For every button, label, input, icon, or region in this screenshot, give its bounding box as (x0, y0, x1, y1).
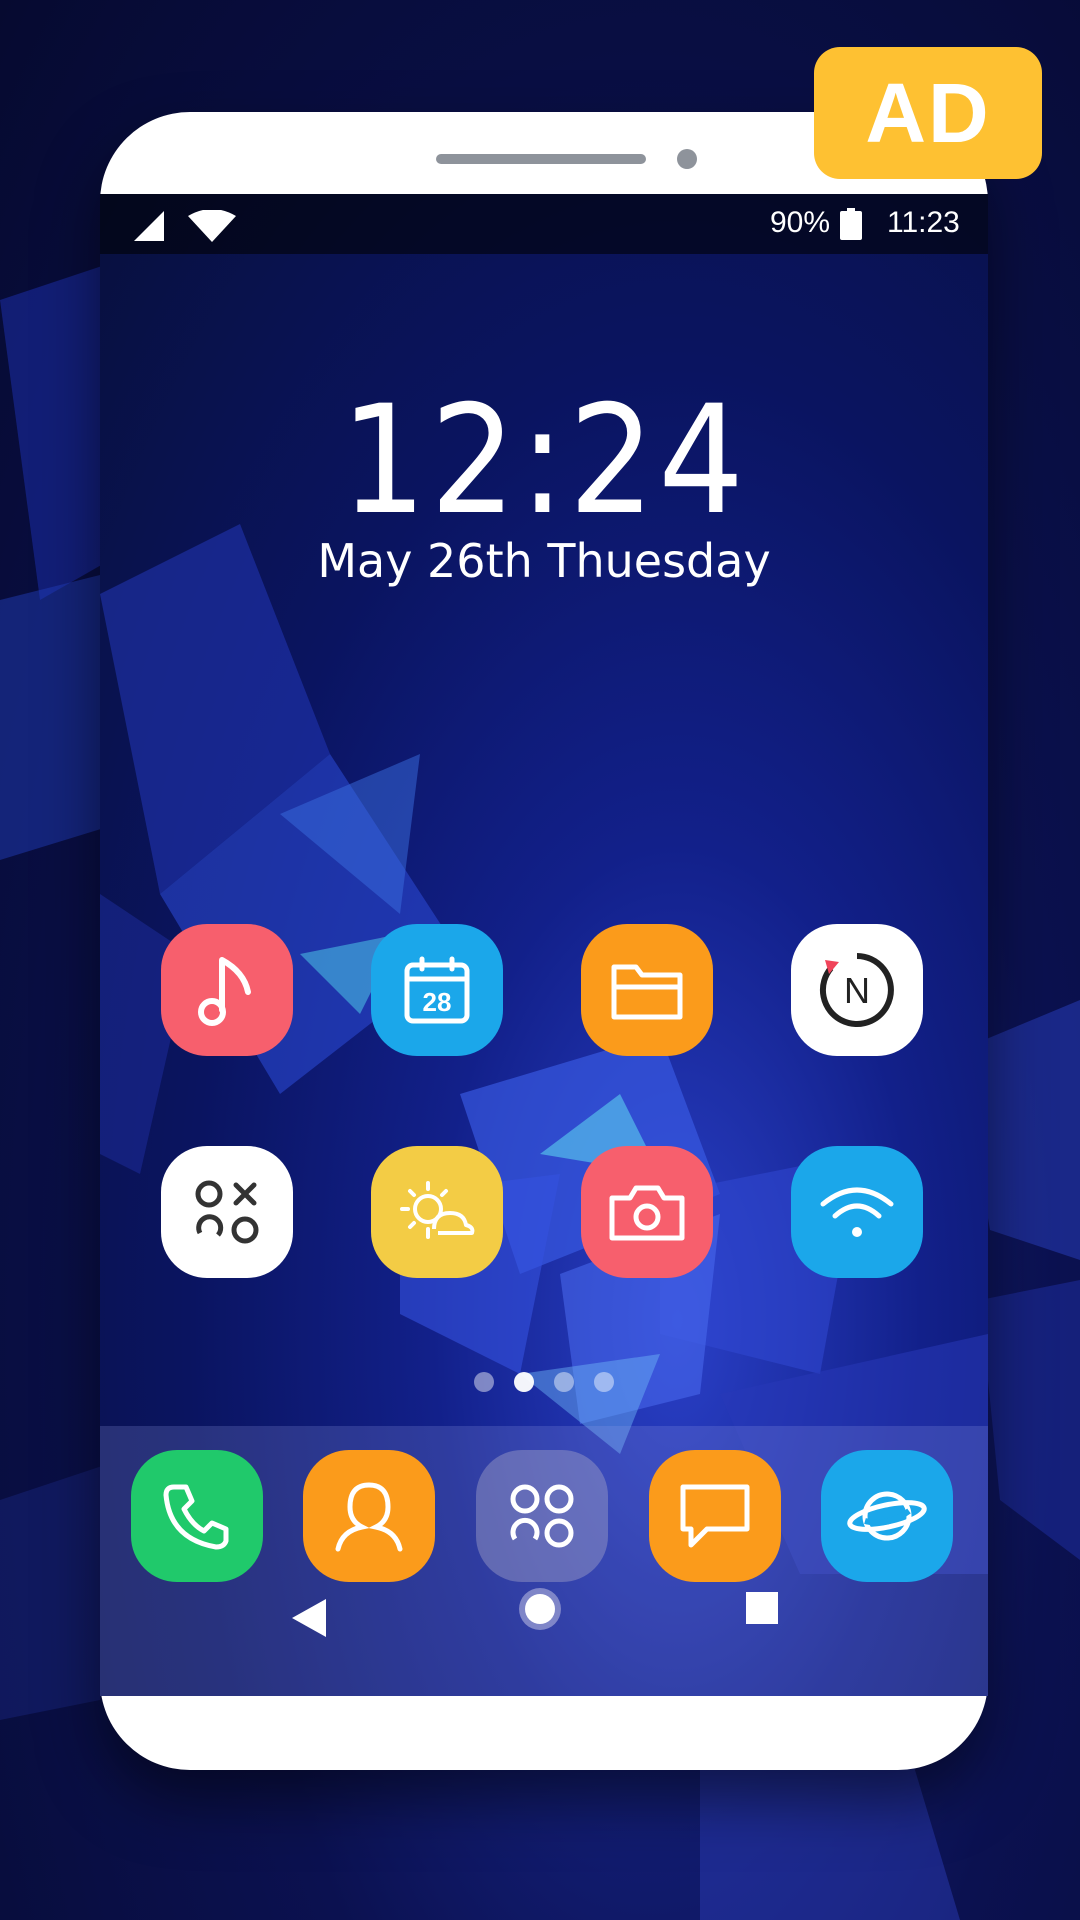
back-icon[interactable] (292, 1599, 326, 1637)
phone-frame: 90% 11:23 12:24 May 26th Thuesday 28 N (100, 112, 988, 1770)
app-drawer-button[interactable] (476, 1450, 608, 1582)
calendar-icon: 28 (404, 956, 470, 1024)
internet-app[interactable] (821, 1450, 953, 1582)
folder-icon (611, 964, 683, 1020)
wifi-settings-app[interactable] (791, 1146, 923, 1278)
page-dot[interactable] (474, 1372, 494, 1392)
messages-icon (680, 1484, 750, 1548)
phone-icon (163, 1484, 229, 1550)
recents-icon[interactable] (746, 1592, 778, 1624)
news-n-icon: N (819, 953, 894, 1027)
internet-planet-icon (847, 1491, 927, 1541)
page-dot-active[interactable] (514, 1372, 534, 1392)
home-screen: 90% 11:23 12:24 May 26th Thuesday 28 N (100, 194, 988, 1696)
contacts-app[interactable] (303, 1450, 435, 1582)
wifi-icon (820, 1187, 894, 1237)
contacts-icon (335, 1482, 403, 1552)
games-app[interactable] (161, 1146, 293, 1278)
status-time: 11:23 (887, 206, 960, 239)
page-indicator[interactable] (100, 1372, 988, 1392)
camera-icon (609, 1185, 685, 1241)
page-dot[interactable] (594, 1372, 614, 1392)
ad-badge: AD (814, 47, 1042, 179)
games-ox-icon (195, 1180, 259, 1244)
battery-icon (840, 208, 862, 240)
calendar-app[interactable]: 28 (371, 924, 503, 1056)
page-dot[interactable] (554, 1372, 574, 1392)
music-note-icon (198, 957, 251, 1026)
files-app[interactable] (581, 924, 713, 1056)
app-drawer-icon (510, 1484, 574, 1548)
battery-percent: 90% (770, 206, 831, 239)
home-icon[interactable] (516, 1585, 564, 1633)
svg-text:28: 28 (423, 987, 452, 1017)
phone-speaker (436, 154, 646, 164)
music-app[interactable] (161, 924, 293, 1056)
clock-time: 12:24 (340, 374, 748, 548)
weather-app[interactable] (371, 1146, 503, 1278)
wifi-icon (188, 210, 236, 242)
weather-sun-cloud-icon (400, 1181, 475, 1239)
phone-app[interactable] (131, 1450, 263, 1582)
clock-date: May 26th Thuesday (317, 534, 771, 588)
cell-signal-icon (134, 211, 164, 241)
messages-app[interactable] (649, 1450, 781, 1582)
news-app[interactable]: N (791, 924, 923, 1056)
svg-text:N: N (844, 970, 870, 1011)
phone-camera (677, 149, 697, 169)
camera-app[interactable] (581, 1146, 713, 1278)
status-bar: 90% 11:23 (100, 194, 988, 254)
